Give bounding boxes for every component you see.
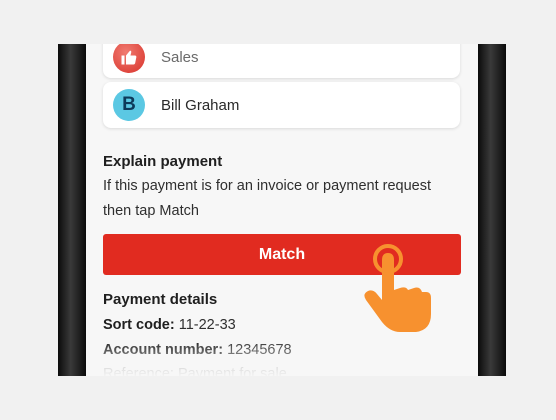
payment-details-heading: Payment details — [103, 291, 218, 308]
account-item-sales[interactable]: Sales — [103, 44, 460, 78]
reference-row: Reference: Payment for sale — [103, 366, 287, 376]
reference-value: Payment for sale — [177, 366, 287, 376]
account-label-bill-graham: Bill Graham — [161, 96, 240, 114]
sort-code-row: Sort code: 11-22-33 — [103, 317, 236, 333]
explain-payment-heading: Explain payment — [103, 153, 223, 170]
account-number-row: Account number: 12345678 — [103, 342, 292, 358]
reference-label: Reference: — [103, 366, 174, 376]
phone-frame: Sales B Bill Graham Explain payment If t… — [58, 44, 506, 376]
account-label-sales: Sales — [161, 48, 199, 66]
thumbs-up-icon — [113, 44, 145, 73]
account-number-label: Account number: — [103, 342, 224, 358]
sort-code-label: Sort code: — [103, 317, 175, 333]
phone-bezel-left — [58, 44, 86, 376]
account-item-bill-graham[interactable]: B Bill Graham — [103, 82, 460, 128]
explain-payment-line-1: If this payment is for an invoice or pay… — [103, 178, 432, 194]
phone-bezel-right — [478, 44, 506, 376]
sort-code-value: 11-22-33 — [178, 317, 236, 333]
account-number-value: 12345678 — [227, 342, 292, 358]
pointing-hand-icon — [364, 244, 431, 332]
avatar: B — [113, 89, 145, 121]
explain-payment-line-2: then tap Match — [103, 203, 199, 219]
